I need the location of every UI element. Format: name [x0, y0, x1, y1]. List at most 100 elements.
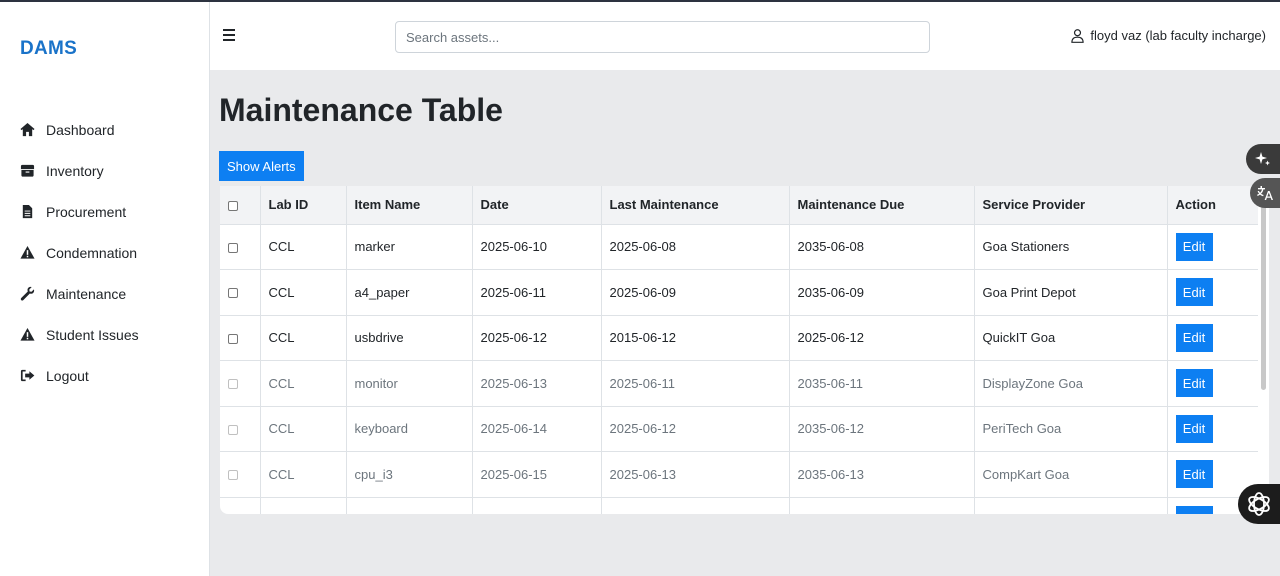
table-row: CCL marker 2025-06-10 2025-06-08 2035-06… — [220, 224, 1258, 270]
lab-id-cell: CCL — [260, 224, 347, 270]
sidebar-item-procurement[interactable]: Procurement — [0, 191, 209, 232]
sign-out-icon — [20, 368, 42, 383]
show-alerts-button[interactable]: Show Alerts — [219, 151, 304, 181]
sidebar-item-condemnation[interactable]: Condemnation — [0, 232, 209, 273]
row-select-cell — [220, 224, 261, 270]
lab-id-cell: CCL — [260, 406, 347, 452]
action-cell: Edit — [1167, 224, 1258, 270]
sidebar-item-dashboard[interactable]: Dashboard — [0, 109, 209, 150]
sidebar-item-student-issues[interactable]: Student Issues — [0, 314, 209, 355]
column-header[interactable]: Last Maintenance — [601, 186, 790, 225]
service-provider-cell — [974, 497, 1168, 514]
row-select-cell — [220, 269, 261, 316]
sidebar-item-label: Condemnation — [46, 244, 138, 261]
maintenance-due-cell — [789, 497, 975, 514]
user-icon — [1071, 28, 1085, 43]
select-all-checkbox[interactable] — [228, 200, 238, 211]
maintenance-table: Lab ID Item Name Date Last Maintenance M… — [220, 186, 1258, 514]
row-checkbox-disabled — [228, 470, 238, 481]
sidebar-item-label: Logout — [46, 367, 89, 384]
date-cell: 2025-06-12 — [472, 315, 602, 361]
sidebar-item-inventory[interactable]: Inventory — [0, 150, 209, 191]
brand-logo[interactable]: DAMS — [20, 38, 77, 60]
date-cell: 2025-06-15 — [472, 451, 602, 498]
service-provider-cell: QuickIT Goa — [974, 315, 1168, 361]
edit-button[interactable]: Edit — [1175, 369, 1213, 398]
edit-button[interactable]: Edit — [1175, 460, 1213, 489]
date-cell: 2025-06-11 — [472, 269, 602, 316]
edit-button[interactable]: Edit — [1175, 232, 1213, 261]
last-maintenance-cell: 2025-06-08 — [601, 224, 790, 270]
ai-sparkle-button[interactable] — [1246, 144, 1280, 174]
service-provider-cell: DisplayZone Goa — [974, 360, 1168, 407]
maintenance-due-cell: 2025-06-12 — [789, 315, 975, 361]
warning-icon — [20, 245, 42, 260]
lab-id-cell: CCL — [260, 315, 347, 361]
edit-button[interactable]: Edit — [1175, 505, 1213, 514]
date-cell: 2025-06-10 — [472, 224, 602, 270]
item-name-cell — [346, 497, 473, 514]
column-header[interactable]: Date — [472, 186, 602, 225]
table-scrollbar[interactable] — [1258, 186, 1269, 514]
scrollbar-thumb[interactable] — [1261, 204, 1266, 390]
row-select-cell — [220, 497, 261, 514]
select-all-cell — [220, 186, 261, 225]
box-icon — [20, 163, 42, 178]
row-checkbox-disabled — [228, 424, 238, 435]
row-checkbox[interactable] — [228, 333, 238, 344]
last-maintenance-cell: 2025-06-13 — [601, 451, 790, 498]
sidebar: DAMS Dashboard Inventory Procurement Con… — [0, 2, 210, 576]
lab-id-cell: CCL — [260, 451, 347, 498]
item-name-cell: usbdrive — [346, 315, 473, 361]
sidebar-item-label: Dashboard — [46, 121, 115, 138]
edit-button[interactable]: Edit — [1175, 323, 1213, 352]
sidebar-item-maintenance[interactable]: Maintenance — [0, 273, 209, 314]
row-select-cell — [220, 451, 261, 498]
translate-icon — [1257, 186, 1273, 200]
sidebar-item-label: Student Issues — [46, 326, 139, 343]
table-row: Edit — [220, 497, 1258, 514]
service-provider-cell: PeriTech Goa — [974, 406, 1168, 452]
row-select-cell — [220, 315, 261, 361]
column-header: Action — [1167, 186, 1258, 225]
user-name: floyd vaz (lab faculty incharge) — [1090, 28, 1266, 43]
maintenance-due-cell: 2035-06-13 — [789, 451, 975, 498]
edit-button[interactable]: Edit — [1175, 414, 1213, 443]
column-header[interactable]: Service Provider — [974, 186, 1168, 225]
action-cell: Edit — [1167, 360, 1258, 407]
action-cell: Edit — [1167, 406, 1258, 452]
table-row: CCL usbdrive 2025-06-12 2015-06-12 2025-… — [220, 315, 1258, 361]
edit-button[interactable]: Edit — [1175, 278, 1213, 307]
date-cell: 2025-06-13 — [472, 360, 602, 407]
row-checkbox[interactable] — [228, 242, 238, 253]
sidebar-item-logout[interactable]: Logout — [0, 355, 209, 396]
last-maintenance-cell: 2025-06-12 — [601, 406, 790, 452]
last-maintenance-cell: 2025-06-11 — [601, 360, 790, 407]
table-row: CCL monitor 2025-06-13 2025-06-11 2035-0… — [220, 360, 1258, 407]
maintenance-due-cell: 2035-06-08 — [789, 224, 975, 270]
user-menu[interactable]: floyd vaz (lab faculty incharge) — [1071, 28, 1266, 43]
table-row: CCL cpu_i3 2025-06-15 2025-06-13 2035-06… — [220, 451, 1258, 498]
lab-id-cell — [260, 497, 347, 514]
item-name-cell: cpu_i3 — [346, 451, 473, 498]
warning-icon — [20, 327, 42, 342]
service-provider-cell: Goa Print Depot — [974, 269, 1168, 316]
assistant-button[interactable] — [1238, 484, 1280, 524]
maintenance-due-cell: 2035-06-09 — [789, 269, 975, 316]
column-header[interactable]: Lab ID — [260, 186, 347, 225]
search-input[interactable] — [395, 21, 930, 53]
sidebar-nav: Dashboard Inventory Procurement Condemna… — [0, 109, 209, 396]
top-header: floyd vaz (lab faculty incharge) — [210, 2, 1280, 70]
table-header-row: Lab ID Item Name Date Last Maintenance M… — [220, 186, 1258, 225]
table-row: CCL a4_paper 2025-06-11 2025-06-09 2035-… — [220, 269, 1258, 316]
column-header[interactable]: Item Name — [346, 186, 473, 225]
item-name-cell: a4_paper — [346, 269, 473, 316]
service-provider-cell: Goa Stationers — [974, 224, 1168, 270]
row-checkbox[interactable] — [228, 288, 238, 299]
hamburger-menu-icon[interactable] — [223, 29, 235, 41]
service-provider-cell: CompKart Goa — [974, 451, 1168, 498]
translate-button[interactable] — [1250, 178, 1280, 208]
column-header[interactable]: Maintenance Due — [789, 186, 975, 225]
lab-id-cell: CCL — [260, 269, 347, 316]
row-checkbox-disabled — [228, 379, 238, 390]
